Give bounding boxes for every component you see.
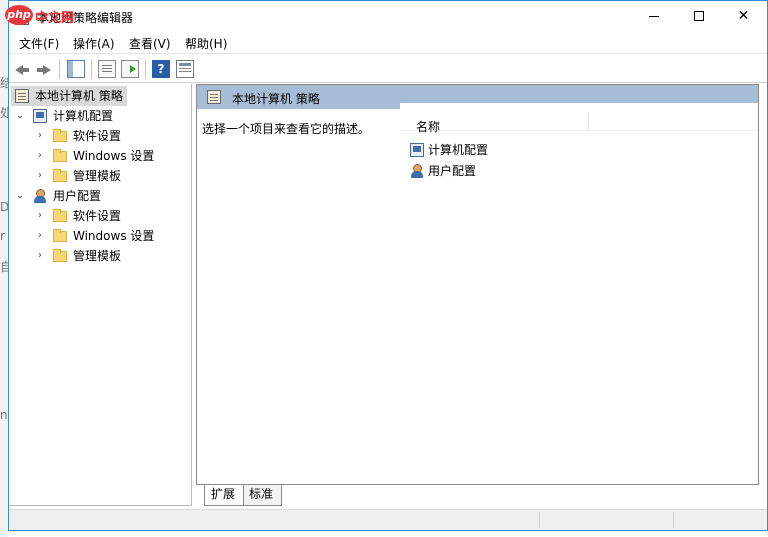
- policy-document-icon: [15, 89, 29, 103]
- list-item-user-config[interactable]: 用户配置: [410, 161, 530, 181]
- column-name-header[interactable]: 名称: [416, 118, 440, 135]
- folder-icon: [53, 169, 67, 182]
- user-config-icon: [410, 164, 424, 178]
- background-window-edge: 结 处 D r 自 n: [0, 0, 8, 537]
- tree-item-label: 软件设置: [73, 209, 122, 223]
- status-divider: [673, 512, 674, 528]
- list-item-computer-config[interactable]: 计算机配置: [410, 140, 530, 160]
- user-config-icon: [33, 189, 47, 203]
- tree-item-software-settings[interactable]: › 软件设置: [35, 206, 185, 226]
- list-column-header: 名称: [400, 103, 758, 134]
- tree-item-software-settings[interactable]: › 软件设置: [35, 126, 185, 146]
- collapsed-chevron-icon[interactable]: ›: [35, 246, 45, 266]
- tab-standard[interactable]: 标准: [242, 485, 282, 506]
- toolbar: ?: [9, 55, 767, 83]
- background-text: D: [0, 200, 8, 214]
- minimize-icon: [648, 15, 659, 17]
- background-text: n: [0, 408, 8, 422]
- tree-item-user-config[interactable]: ⌄ 用户配置: [15, 186, 185, 206]
- folder-icon: [53, 149, 67, 162]
- policy-document-icon: [207, 90, 221, 104]
- back-arrow-icon[interactable]: [13, 60, 31, 78]
- column-divider[interactable]: [588, 113, 589, 131]
- menu-help[interactable]: 帮助(H): [185, 35, 227, 52]
- folder-icon: [53, 249, 67, 262]
- background-text: 处: [0, 106, 8, 120]
- status-divider: [539, 512, 540, 528]
- expanded-chevron-icon[interactable]: ⌄: [15, 186, 25, 206]
- tree-item-label: 计算机配置: [53, 109, 114, 123]
- maximize-button[interactable]: [676, 1, 721, 31]
- tree-item-windows-settings[interactable]: › Windows 设置: [35, 146, 185, 166]
- collapsed-chevron-icon[interactable]: ›: [35, 146, 45, 166]
- show-hide-tree-icon[interactable]: [67, 60, 85, 78]
- menu-view[interactable]: 查看(V): [129, 35, 171, 52]
- tree-item-local-policy[interactable]: 本地计算机 策略: [11, 86, 127, 106]
- toolbar-divider: [59, 59, 60, 79]
- site-watermark: php 中文网: [1, 1, 93, 31]
- status-bar: [9, 509, 767, 530]
- close-icon: ✕: [737, 8, 750, 24]
- tree-item-computer-config[interactable]: ⌄ 计算机配置: [15, 106, 185, 126]
- tree-item-label: 本地计算机 策略: [35, 89, 123, 103]
- menu-bar: 文件(F) 操作(A) 查看(V) 帮助(H): [9, 32, 767, 54]
- tab-extended[interactable]: 扩展: [204, 485, 244, 506]
- tree-item-windows-settings[interactable]: › Windows 设置: [35, 226, 185, 246]
- group-policy-editor-window: 本地组策略编辑器 php 中文网 ✕ 文件(F) 操作(A) 查看(V) 帮助(…: [5, 0, 768, 531]
- export-list-icon[interactable]: [121, 60, 139, 78]
- watermark-text: 中文网: [35, 11, 75, 26]
- background-text: 自: [0, 260, 8, 274]
- collapsed-chevron-icon[interactable]: ›: [35, 166, 45, 186]
- computer-config-icon: [410, 143, 424, 157]
- expanded-chevron-icon[interactable]: ⌄: [15, 106, 25, 126]
- background-text: r: [0, 229, 5, 243]
- view-tabs: 扩展 标准: [196, 485, 496, 507]
- details-pane: 本地计算机 策略 选择一个项目来查看它的描述。 名称 计算机配置 用户配置: [196, 84, 759, 485]
- toolbar-divider: [91, 59, 92, 79]
- folder-icon: [53, 229, 67, 242]
- tree-item-label: 软件设置: [73, 129, 122, 143]
- tree-item-label: Windows 设置: [73, 229, 155, 243]
- tree-item-label: 管理模板: [73, 169, 122, 183]
- collapsed-chevron-icon[interactable]: ›: [35, 226, 45, 246]
- menu-action[interactable]: 操作(A): [73, 35, 115, 52]
- list-item-label: 计算机配置: [428, 143, 489, 157]
- minimize-button[interactable]: [631, 1, 676, 31]
- forward-arrow-icon[interactable]: [35, 60, 53, 78]
- folder-icon: [53, 209, 67, 222]
- view-options-icon[interactable]: [176, 60, 194, 78]
- help-icon[interactable]: ?: [152, 60, 170, 78]
- collapsed-chevron-icon[interactable]: ›: [35, 206, 45, 226]
- console-tree[interactable]: 本地计算机 策略 ⌄ 计算机配置 › 软件设置 › Windows 设置 › 管…: [9, 84, 192, 506]
- tree-item-admin-templates[interactable]: › 管理模板: [35, 166, 185, 186]
- maximize-icon: [693, 11, 704, 21]
- description-text: 选择一个项目来查看它的描述。: [202, 122, 371, 136]
- tree-item-label: 管理模板: [73, 249, 122, 263]
- tree-item-admin-templates[interactable]: › 管理模板: [35, 246, 185, 266]
- menu-file[interactable]: 文件(F): [19, 35, 59, 52]
- watermark-logo: php: [5, 5, 33, 25]
- collapsed-chevron-icon[interactable]: ›: [35, 126, 45, 146]
- tree-item-label: 用户配置: [53, 189, 102, 203]
- background-text: 结: [0, 76, 8, 90]
- computer-config-icon: [33, 109, 47, 123]
- item-list[interactable]: 名称 计算机配置 用户配置: [400, 103, 758, 484]
- list-item-label: 用户配置: [428, 164, 477, 178]
- folder-icon: [53, 129, 67, 142]
- properties-icon[interactable]: [98, 60, 116, 78]
- close-button[interactable]: ✕: [721, 1, 766, 31]
- toolbar-divider: [145, 59, 146, 79]
- title-bar[interactable]: 本地组策略编辑器 php 中文网 ✕: [5, 1, 767, 32]
- tree-item-label: Windows 设置: [73, 149, 155, 163]
- details-title: 本地计算机 策略: [232, 92, 320, 106]
